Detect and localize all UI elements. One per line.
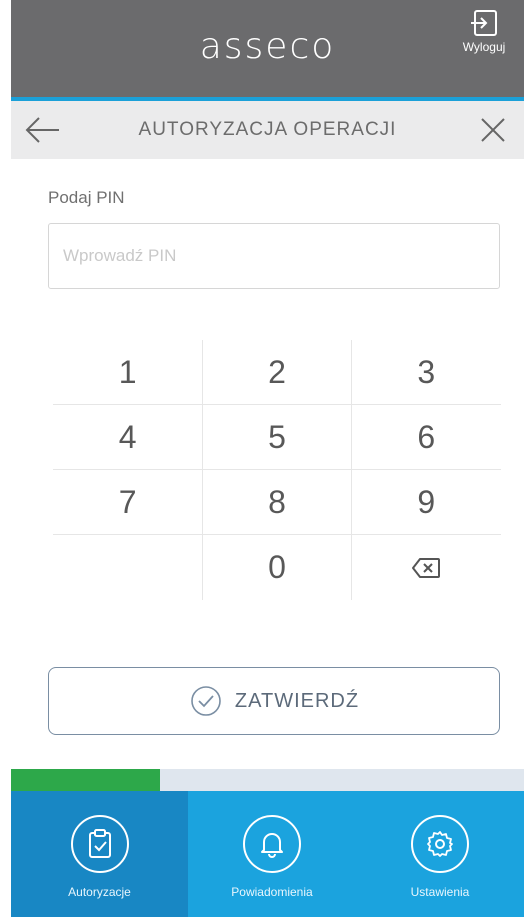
numeric-keypad: 1 2 3 4 5 6 7 8 9 0 <box>53 340 501 600</box>
nav-icon-circle <box>243 815 301 873</box>
key-3[interactable]: 3 <box>351 340 501 405</box>
key-6[interactable]: 6 <box>351 405 501 470</box>
brand-logo: asseco <box>199 26 336 67</box>
nav-label-autoryzacje: Autoryzacje <box>68 885 131 899</box>
nav-icon-circle <box>411 815 469 873</box>
nav-icon-circle <box>70 815 129 873</box>
backspace-key[interactable] <box>352 535 501 600</box>
key-2[interactable]: 2 <box>202 340 352 405</box>
key-0[interactable]: 0 <box>202 535 352 600</box>
top-bar: asseco Wyloguj <box>11 0 524 101</box>
nav-item-powiadomienia[interactable]: Powiadomienia <box>188 791 356 917</box>
nav-item-ustawienia[interactable]: Ustawienia <box>356 791 524 917</box>
confirm-button[interactable]: ZATWIERDŹ <box>48 667 500 735</box>
app-frame: asseco Wyloguj AUTORYZACJA OPERACJI Poda… <box>11 0 524 917</box>
page-title: AUTORYZACJA OPERACJI <box>138 119 397 140</box>
key-8[interactable]: 8 <box>202 470 352 535</box>
backspace-icon <box>412 557 441 578</box>
pin-input[interactable] <box>48 223 500 289</box>
timeout-progress-bar <box>11 769 524 791</box>
gear-icon <box>427 831 453 857</box>
logout-button[interactable]: Wyloguj <box>454 8 514 54</box>
bottom-navigation: Autoryzacje Powiadomienia Ustawienia <box>11 791 524 917</box>
key-1[interactable]: 1 <box>53 340 203 405</box>
title-bar: AUTORYZACJA OPERACJI <box>11 101 524 159</box>
key-empty <box>53 535 202 600</box>
logout-label: Wyloguj <box>462 40 506 54</box>
clipboard-check-icon <box>88 829 111 858</box>
close-icon <box>481 118 505 142</box>
nav-label-powiadomienia: Powiadomienia <box>231 885 313 899</box>
pin-label: Podaj PIN <box>48 188 125 207</box>
check-circle-icon <box>191 686 221 716</box>
progress-fill <box>11 769 160 791</box>
key-4[interactable]: 4 <box>53 405 203 470</box>
close-button[interactable] <box>476 113 510 147</box>
logout-icon <box>471 10 497 36</box>
bell-icon <box>261 833 283 858</box>
confirm-label: ZATWIERDŹ <box>234 689 360 712</box>
key-9[interactable]: 9 <box>351 470 501 535</box>
nav-item-autoryzacje[interactable]: Autoryzacje <box>11 791 188 917</box>
key-5[interactable]: 5 <box>202 405 352 470</box>
key-7[interactable]: 7 <box>53 470 203 535</box>
nav-label-ustawienia: Ustawienia <box>410 885 470 899</box>
